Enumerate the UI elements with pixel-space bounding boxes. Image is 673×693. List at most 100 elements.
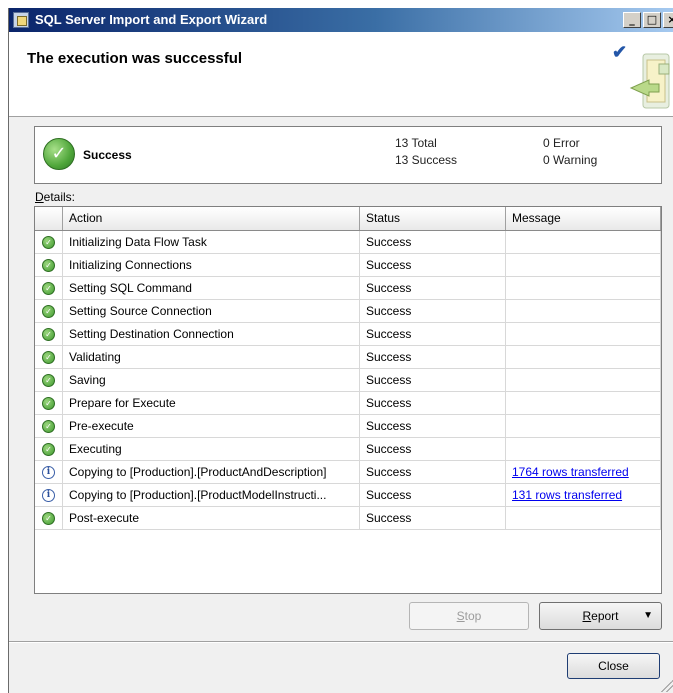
- wizard-window: SQL Server Import and Export Wizard _ □ …: [8, 8, 673, 693]
- check-circle-icon: ✓: [42, 259, 55, 272]
- column-header-action[interactable]: Action: [63, 207, 360, 230]
- wizard-app-icon: [13, 12, 29, 28]
- column-header-status[interactable]: Status: [360, 207, 506, 230]
- status-cell: Success: [360, 277, 506, 299]
- check-circle-icon: ✓: [42, 374, 55, 387]
- message-cell: 131 rows transferred: [506, 484, 661, 506]
- message-cell: [506, 254, 661, 276]
- divider: [9, 641, 673, 643]
- details-grid[interactable]: Action Status Message ✓ Initializing Data…: [34, 206, 662, 594]
- info-circle-icon: i: [42, 489, 55, 502]
- summary-status: Success: [83, 148, 132, 162]
- success-count: 13 Success: [395, 153, 458, 167]
- close-button[interactable]: Close: [567, 653, 660, 679]
- stop-button[interactable]: Stop: [409, 602, 529, 630]
- action-cell: Copying to [Production].[ProductAndDescr…: [63, 461, 360, 483]
- action-cell: Initializing Connections: [63, 254, 360, 276]
- action-cell: Executing: [63, 438, 360, 460]
- action-cell: Validating: [63, 346, 360, 368]
- check-circle-icon: ✓: [42, 236, 55, 249]
- title-bar[interactable]: SQL Server Import and Export Wizard _ □ …: [9, 8, 673, 32]
- message-cell: [506, 369, 661, 391]
- table-row[interactable]: ✓ Initializing Connections Success: [35, 254, 661, 277]
- status-cell: Success: [360, 323, 506, 345]
- message-cell: [506, 323, 661, 345]
- column-header-icon[interactable]: [35, 207, 63, 230]
- row-icon-cell: ✓: [35, 369, 63, 391]
- table-row[interactable]: ✓ Pre-execute Success: [35, 415, 661, 438]
- table-row[interactable]: i Copying to [Production].[ProductModelIn…: [35, 484, 661, 507]
- action-cell: Setting Destination Connection: [63, 323, 360, 345]
- message-cell: [506, 438, 661, 460]
- table-row[interactable]: ✓ Setting Source Connection Success: [35, 300, 661, 323]
- table-row[interactable]: i Copying to [Production].[ProductAndDesc…: [35, 461, 661, 484]
- row-icon-cell: ✓: [35, 415, 63, 437]
- table-row[interactable]: ✓ Prepare for Execute Success: [35, 392, 661, 415]
- row-icon-cell: ✓: [35, 507, 63, 529]
- message-cell: [506, 277, 661, 299]
- minimize-button[interactable]: _: [623, 12, 641, 28]
- action-cell: Setting Source Connection: [63, 300, 360, 322]
- message-cell: 1764 rows transferred: [506, 461, 661, 483]
- row-icon-cell: ✓: [35, 323, 63, 345]
- message-cell: [506, 507, 661, 529]
- check-circle-icon: ✓: [42, 443, 55, 456]
- action-cell: Pre-execute: [63, 415, 360, 437]
- table-row[interactable]: ✓ Initializing Data Flow Task Success: [35, 231, 661, 254]
- table-row[interactable]: ✓ Setting Destination Connection Success: [35, 323, 661, 346]
- page-title: The execution was successful: [27, 50, 243, 67]
- status-cell: Success: [360, 231, 506, 253]
- action-cell: Copying to [Production].[ProductModelIns…: [63, 484, 360, 506]
- total-count: 13 Total: [395, 136, 437, 150]
- window-close-button[interactable]: ×: [663, 12, 673, 28]
- action-cell: Initializing Data Flow Task: [63, 231, 360, 253]
- message-cell: [506, 346, 661, 368]
- maximize-button[interactable]: □: [643, 12, 661, 28]
- resize-grip-icon[interactable]: [661, 680, 673, 692]
- check-circle-icon: ✓: [42, 397, 55, 410]
- wizard-graphic-icon: [629, 53, 670, 109]
- status-cell: Success: [360, 438, 506, 460]
- table-row[interactable]: ✓ Validating Success: [35, 346, 661, 369]
- status-cell: Success: [360, 484, 506, 506]
- info-circle-icon: i: [42, 466, 55, 479]
- status-cell: Success: [360, 461, 506, 483]
- row-icon-cell: ✓: [35, 438, 63, 460]
- table-row[interactable]: ✓ Setting SQL Command Success: [35, 277, 661, 300]
- row-icon-cell: ✓: [35, 392, 63, 414]
- check-circle-icon: ✓: [42, 305, 55, 318]
- row-icon-cell: i: [35, 484, 63, 506]
- table-row[interactable]: ✓ Post-execute Success: [35, 507, 661, 530]
- rows-transferred-link[interactable]: 131 rows transferred: [512, 488, 622, 502]
- action-cell: Prepare for Execute: [63, 392, 360, 414]
- check-circle-icon: ✓: [42, 282, 55, 295]
- action-cell: Setting SQL Command: [63, 277, 360, 299]
- status-cell: Success: [360, 392, 506, 414]
- status-cell: Success: [360, 415, 506, 437]
- row-icon-cell: i: [35, 461, 63, 483]
- rows-transferred-link[interactable]: 1764 rows transferred: [512, 465, 629, 479]
- column-header-message[interactable]: Message: [506, 207, 661, 230]
- check-circle-icon: ✓: [42, 512, 55, 525]
- report-button[interactable]: Report ▼: [539, 602, 662, 630]
- message-cell: [506, 231, 661, 253]
- table-row[interactable]: ✓ Executing Success: [35, 438, 661, 461]
- status-cell: Success: [360, 254, 506, 276]
- check-circle-icon: ✓: [42, 328, 55, 341]
- warning-count: 0 Warning: [543, 153, 598, 167]
- action-cell: Saving: [63, 369, 360, 391]
- row-icon-cell: ✓: [35, 254, 63, 276]
- window-title: SQL Server Import and Export Wizard: [35, 12, 268, 27]
- table-row[interactable]: ✓ Saving Success: [35, 369, 661, 392]
- status-cell: Success: [360, 346, 506, 368]
- success-check-icon: ✓: [43, 138, 75, 170]
- wizard-header: The execution was successful ✔: [9, 32, 673, 117]
- action-cell: Post-execute: [63, 507, 360, 529]
- message-cell: [506, 392, 661, 414]
- row-icon-cell: ✓: [35, 346, 63, 368]
- status-cell: Success: [360, 300, 506, 322]
- row-icon-cell: ✓: [35, 277, 63, 299]
- checkmark-icon: ✔: [612, 42, 628, 62]
- row-icon-cell: ✓: [35, 231, 63, 253]
- message-cell: [506, 415, 661, 437]
